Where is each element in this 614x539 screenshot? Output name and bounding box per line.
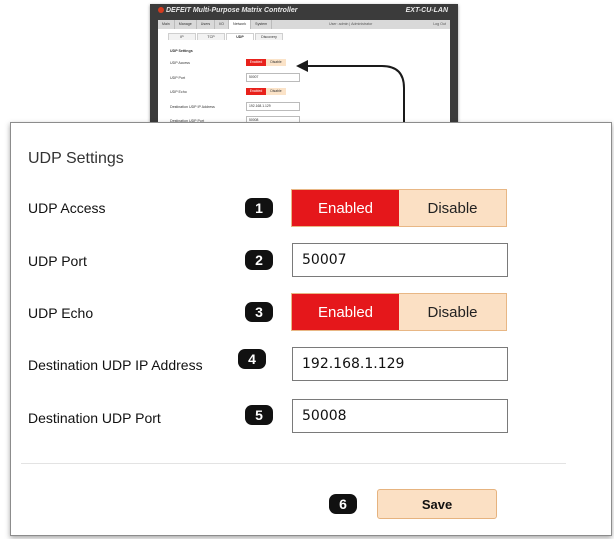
dest-ip-field[interactable] bbox=[292, 347, 508, 381]
step-badge-1: 1 bbox=[245, 198, 273, 218]
thumb-nav-manage[interactable]: Manage bbox=[175, 20, 197, 29]
thumb-section-title: UDP Settings bbox=[170, 49, 193, 53]
thumbnail-brand-text: DEFEIT Multi-Purpose Matrix Controller bbox=[166, 7, 298, 14]
step-badge-6: 6 bbox=[329, 494, 357, 514]
thumb-row-udp-echo: UDP Echo bbox=[170, 90, 187, 94]
thumb-tab-discovery[interactable]: Discovery bbox=[255, 33, 283, 40]
thumb-row-udp-access: UDP Access bbox=[170, 61, 190, 65]
udp-echo-label: UDP Echo bbox=[28, 305, 94, 321]
step-badge-4: 4 bbox=[238, 349, 266, 369]
step-badge-2: 2 bbox=[245, 250, 273, 270]
thumb-row-udp-port: UDP Port bbox=[170, 76, 186, 80]
dest-port-field[interactable] bbox=[292, 399, 508, 433]
thumb-tab-ip[interactable]: IP bbox=[168, 33, 196, 40]
thumb-nav-system[interactable]: System bbox=[251, 20, 273, 29]
thumb-nav-users[interactable]: Users bbox=[197, 20, 216, 29]
thumb-udp-port-field[interactable]: 50007 bbox=[246, 73, 300, 82]
dest-port-label: Destination UDP Port bbox=[28, 410, 161, 426]
udp-settings-panel: UDP Settings UDP Access 1 Enabled Disabl… bbox=[10, 122, 612, 536]
udp-port-field[interactable] bbox=[292, 243, 508, 277]
step-badge-3: 3 bbox=[245, 302, 273, 322]
udp-echo-enabled-button[interactable]: Enabled bbox=[292, 294, 399, 330]
thumb-nav-main[interactable]: Main bbox=[158, 20, 175, 29]
thumb-udp-echo-toggle: Enabled Disable bbox=[246, 88, 286, 95]
panel-title: UDP Settings bbox=[28, 150, 124, 167]
thumb-disable-button[interactable]: Disable bbox=[266, 59, 286, 66]
udp-access-toggle[interactable]: Enabled Disable bbox=[292, 190, 506, 226]
thumb-echo-enabled-button[interactable]: Enabled bbox=[246, 88, 266, 95]
udp-access-disable-button[interactable]: Disable bbox=[399, 190, 506, 226]
step-badge-5: 5 bbox=[245, 405, 273, 425]
thumb-udp-access-toggle: Enabled Disable bbox=[246, 59, 286, 66]
dest-ip-label: Destination UDP IP Address bbox=[28, 357, 203, 373]
brand-logo-icon bbox=[158, 7, 164, 13]
panel-divider bbox=[21, 463, 566, 464]
thumb-tab-udp[interactable]: UDP bbox=[226, 33, 254, 40]
thumb-nav-io[interactable]: I/O bbox=[215, 20, 229, 29]
thumbnail-nav: Main Manage Users I/O Network System Use… bbox=[158, 20, 450, 29]
thumb-user-info: User: admin | Administrator bbox=[329, 22, 373, 26]
thumbnail-model: EXT-CU-LAN bbox=[405, 7, 448, 14]
thumb-logout[interactable]: Log Out bbox=[429, 20, 450, 29]
thumb-dest-ip-field[interactable]: 192.168.1.129 bbox=[246, 102, 300, 111]
thumbnail-screenshot: DEFEIT Multi-Purpose Matrix Controller E… bbox=[150, 4, 458, 132]
thumb-row-dest-ip: Destination UDP IP Address bbox=[170, 105, 215, 109]
thumbnail-brand: DEFEIT Multi-Purpose Matrix Controller bbox=[158, 7, 297, 14]
udp-echo-toggle[interactable]: Enabled Disable bbox=[292, 294, 506, 330]
thumb-tab-tcp[interactable]: TCP bbox=[197, 33, 225, 40]
thumbnail-page: IP TCP UDP Discovery UDP Settings UDP Ac… bbox=[158, 29, 450, 132]
save-button[interactable]: Save bbox=[377, 489, 497, 519]
udp-access-label: UDP Access bbox=[28, 200, 106, 216]
thumb-echo-disable-button[interactable]: Disable bbox=[266, 88, 286, 95]
udp-port-label: UDP Port bbox=[28, 253, 87, 269]
udp-echo-disable-button[interactable]: Disable bbox=[399, 294, 506, 330]
thumb-nav-network[interactable]: Network bbox=[228, 20, 252, 29]
udp-access-enabled-button[interactable]: Enabled bbox=[292, 190, 399, 226]
thumbnail-tabs: IP TCP UDP Discovery bbox=[168, 33, 284, 40]
thumb-enabled-button[interactable]: Enabled bbox=[246, 59, 266, 66]
